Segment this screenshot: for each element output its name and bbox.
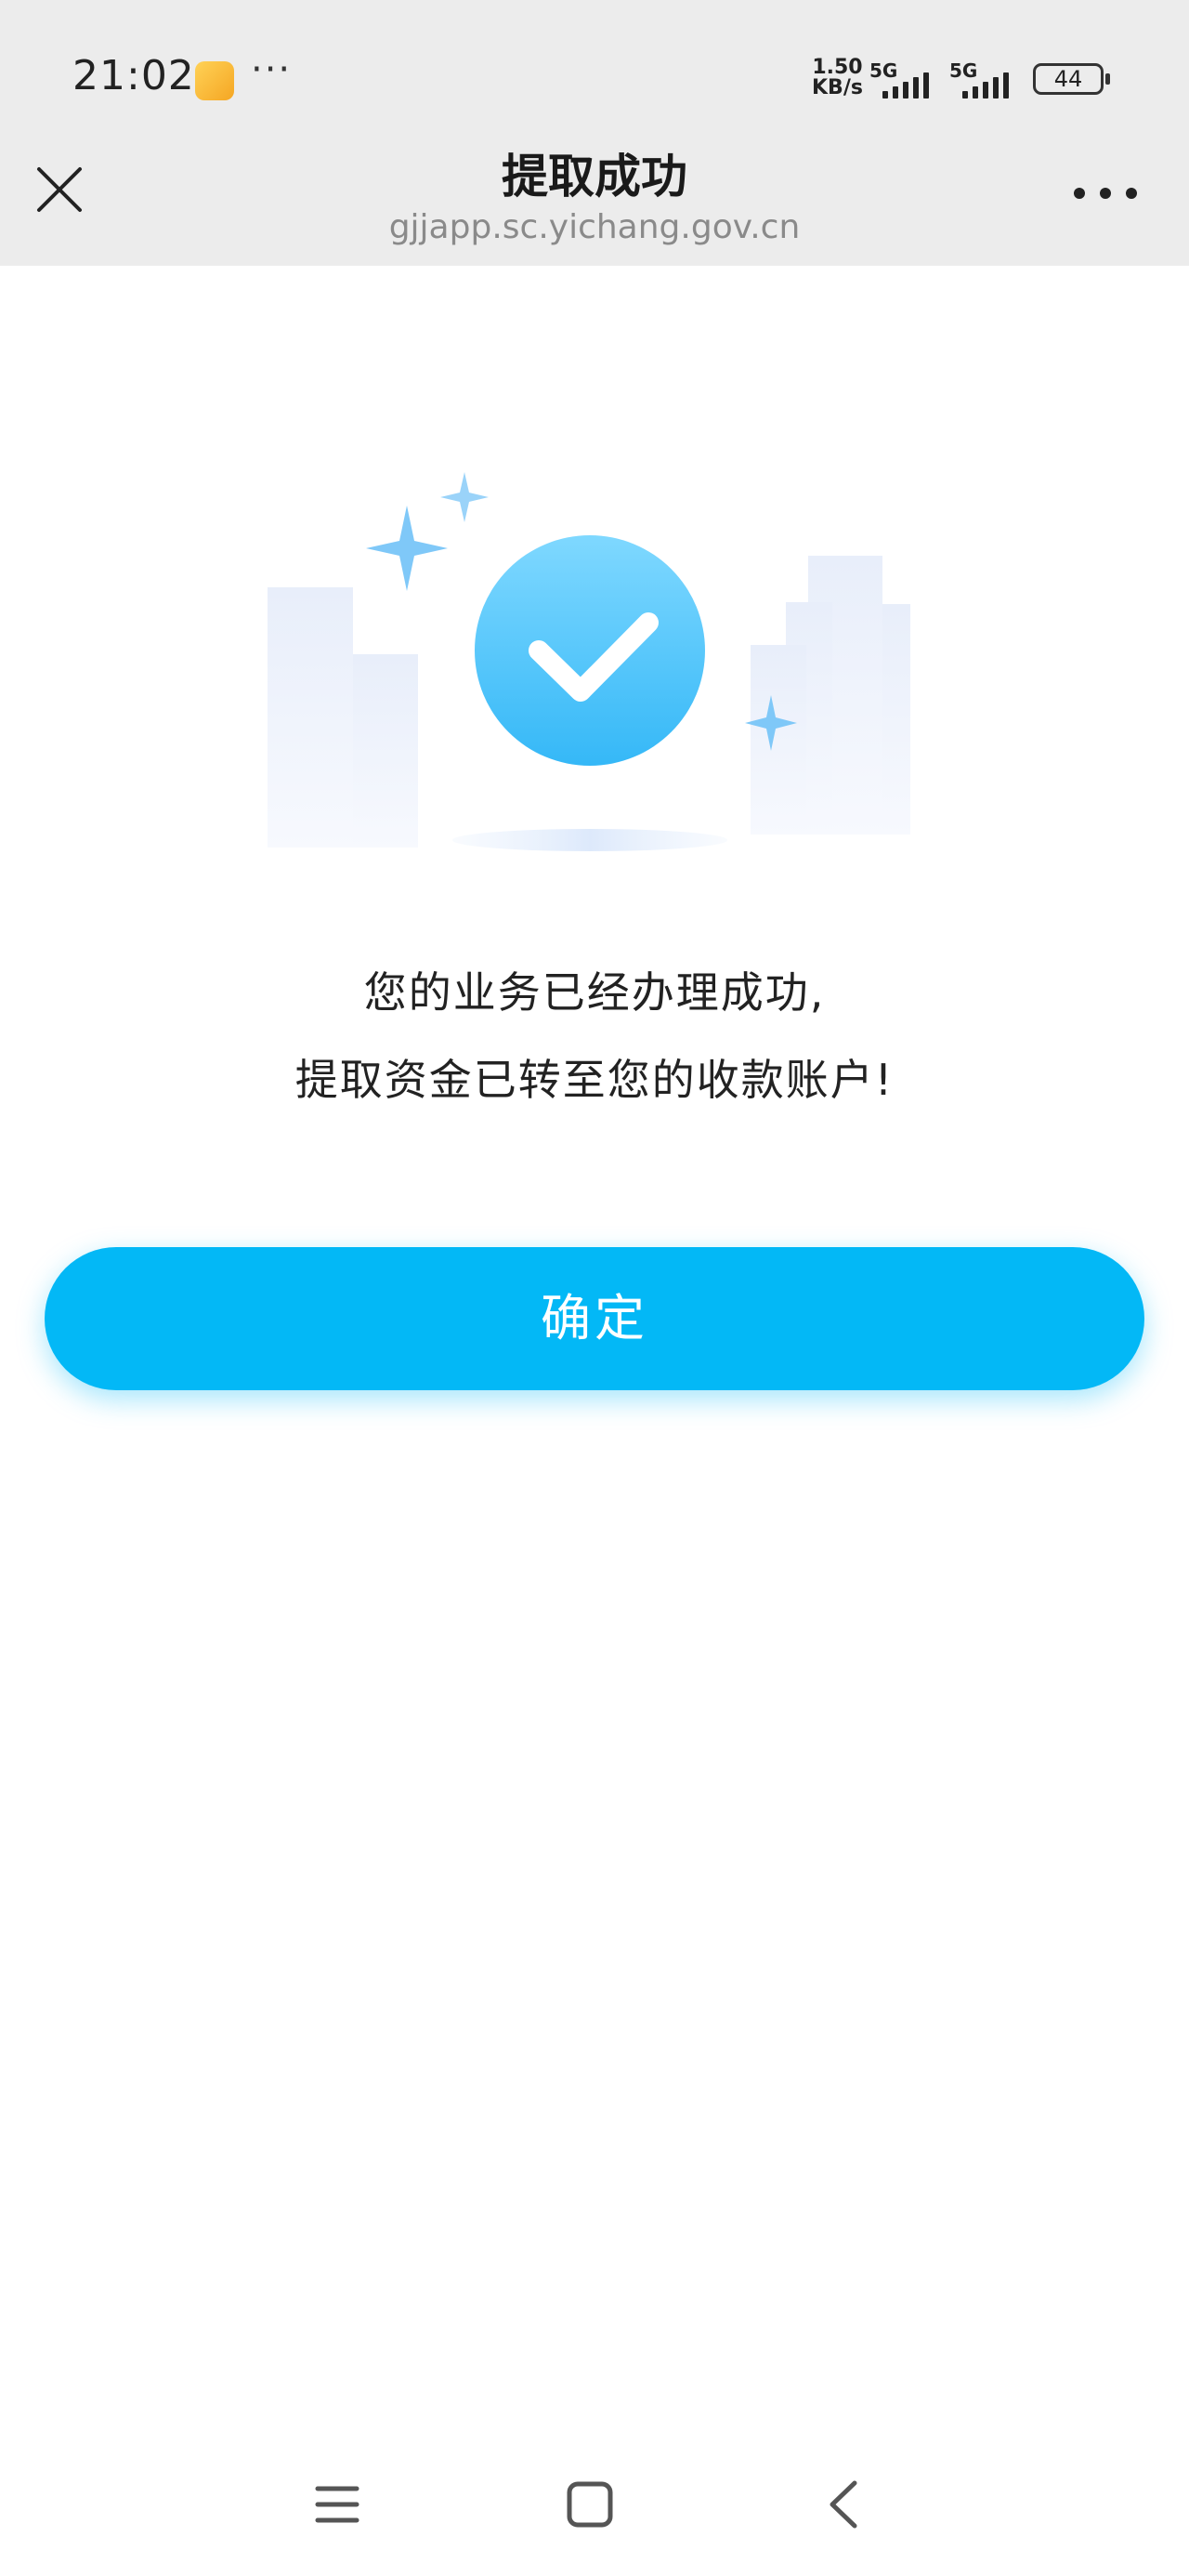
sparkle-small xyxy=(440,472,489,522)
battery-tip xyxy=(1105,73,1110,85)
check-circle-icon xyxy=(475,535,705,766)
menu-icon[interactable] xyxy=(305,2472,370,2537)
network-speed-unit: KB/s xyxy=(812,76,863,99)
status-time: 21:02 xyxy=(72,52,195,99)
battery-level: 44 xyxy=(1053,66,1083,92)
status-bar: 21:02 ··· 1.50 KB/s 5G 5G 44 xyxy=(0,0,1189,154)
battery-icon: 44 xyxy=(1033,63,1104,95)
page-title: 提取成功 xyxy=(502,150,687,204)
status-more-icon: ··· xyxy=(251,48,293,91)
signal-icon-1: 5G xyxy=(869,59,934,99)
page-url: gjjapp.sc.yichang.gov.cn xyxy=(388,208,801,246)
success-illustration xyxy=(268,472,910,851)
success-message-line-1: 您的业务已经办理成功, xyxy=(363,967,826,1018)
system-nav-bar xyxy=(0,2453,1189,2556)
sparkle-large xyxy=(366,506,448,591)
building-right xyxy=(751,556,910,835)
network-speed-value: 1.50 xyxy=(812,56,863,79)
network-speed: 1.50 KB/s xyxy=(812,58,863,99)
signal-icon-2: 5G xyxy=(949,59,1024,99)
back-icon[interactable] xyxy=(812,2472,877,2537)
home-icon[interactable] xyxy=(557,2472,622,2537)
building-left xyxy=(268,587,418,848)
notification-app-icon xyxy=(195,61,234,100)
success-message-line-2: 提取资金已转至您的收款账户! xyxy=(294,1055,895,1105)
more-icon[interactable] xyxy=(1068,182,1143,204)
confirm-button[interactable]: 确定 xyxy=(45,1247,1144,1390)
